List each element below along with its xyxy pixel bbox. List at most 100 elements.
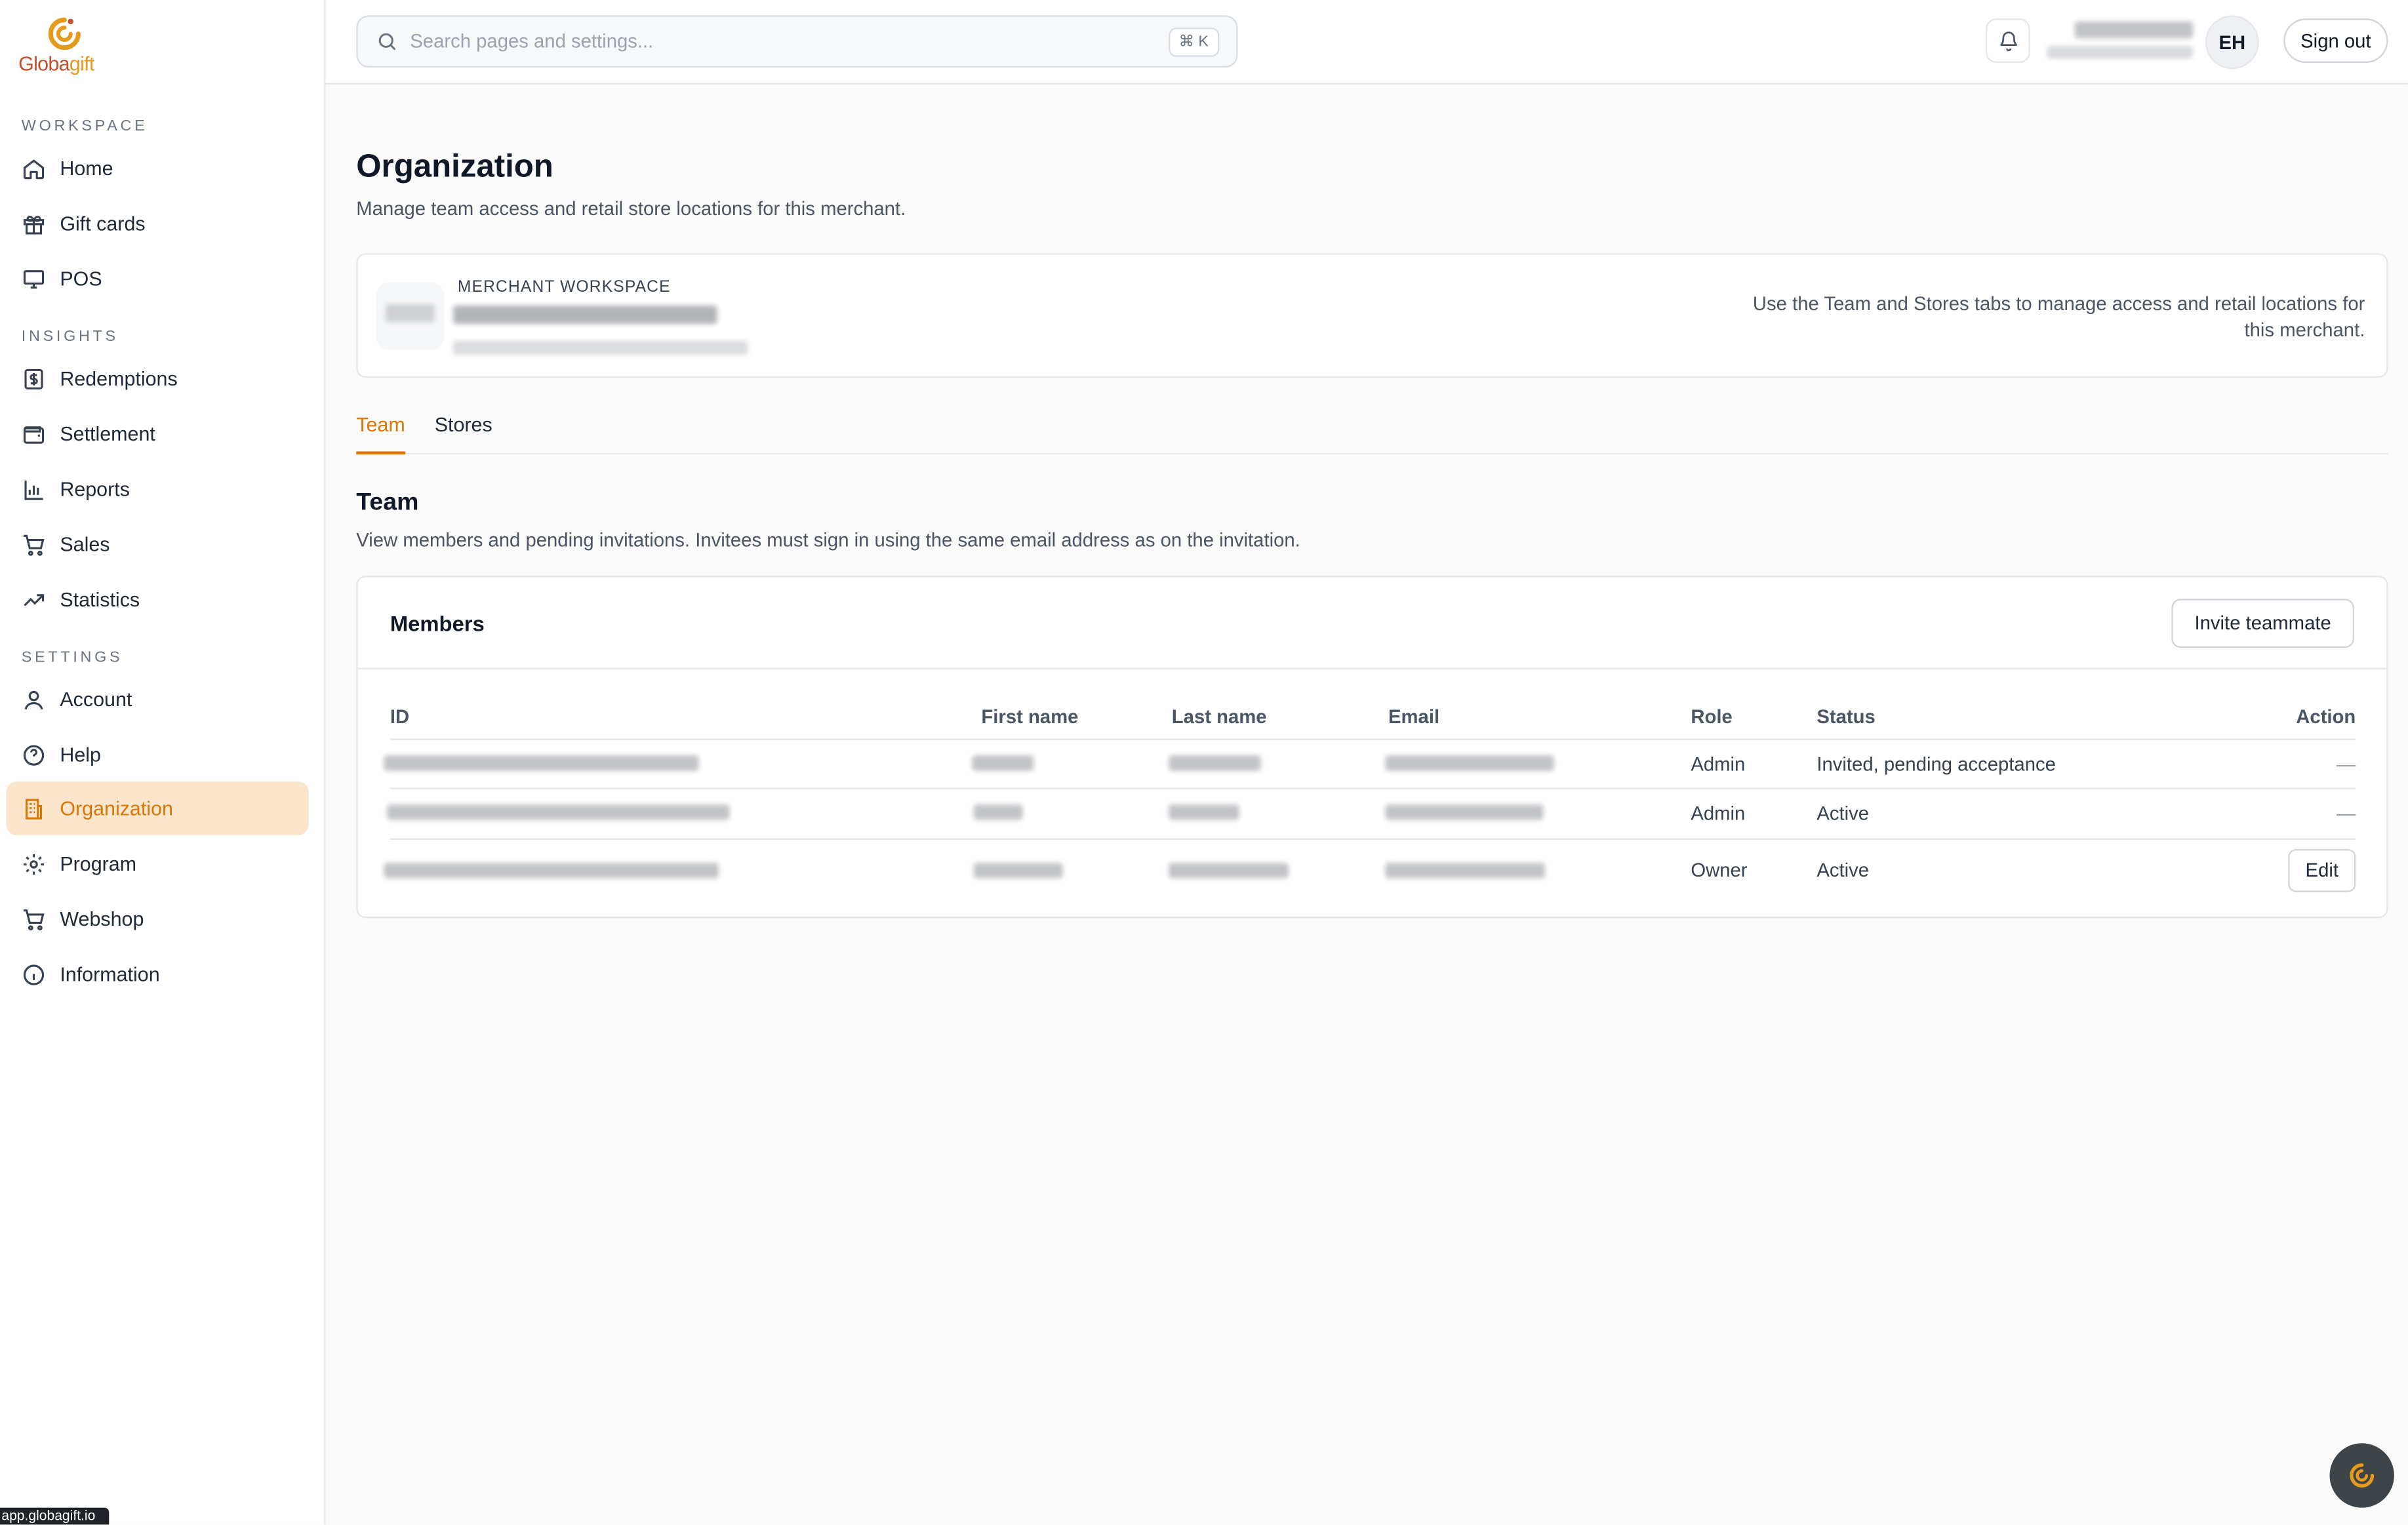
sidebar-item-program[interactable]: Program <box>6 837 308 890</box>
sidebar: Globagift WORKSPACE Home Gift cards POS … <box>0 0 326 1525</box>
section-insights: INSIGHTS <box>21 328 119 346</box>
member-email-redacted <box>1385 755 1554 771</box>
member-id-redacted <box>384 755 699 771</box>
gift-icon <box>22 211 46 235</box>
column-header-status[interactable]: Status <box>1816 706 1875 728</box>
column-header-last-name[interactable]: Last name <box>1172 706 1267 728</box>
column-header-id[interactable]: ID <box>390 706 409 728</box>
sidebar-item-label: Statistics <box>60 587 140 612</box>
notifications-button[interactable] <box>1985 18 2030 64</box>
sidebar-item-home[interactable]: Home <box>6 141 308 195</box>
sidebar-item-help[interactable]: Help <box>6 728 308 782</box>
search-shortcut-hint: ⌘ K <box>1168 28 1220 57</box>
wallet-icon <box>22 422 46 446</box>
member-email-redacted <box>1385 804 1544 820</box>
member-status: Active <box>1816 860 1870 882</box>
merchant-workspace-card: MERCHANT WORKSPACE Use the Team and Stor… <box>356 253 2388 378</box>
bar-chart-icon <box>22 477 46 501</box>
tab-bar: Team Stores <box>356 404 2388 455</box>
search-icon <box>378 33 396 50</box>
sidebar-item-label: Program <box>60 852 137 875</box>
sidebar-item-label: Settlement <box>60 422 155 446</box>
member-role: Owner <box>1691 860 1748 882</box>
invite-teammate-button[interactable]: Invite teammate <box>2171 599 2354 648</box>
info-icon <box>22 962 46 986</box>
section-settings: SETTINGS <box>21 649 123 667</box>
members-title: Members <box>390 611 485 636</box>
table-row: Admin Invited, pending acceptance — <box>384 740 2356 788</box>
sidebar-item-label: Redemptions <box>60 366 178 390</box>
member-email-redacted <box>1385 863 1545 879</box>
sidebar-item-label: Gift cards <box>60 212 146 235</box>
member-last-name-redacted <box>1169 804 1239 820</box>
sidebar-item-webshop[interactable]: Webshop <box>6 892 308 946</box>
user-icon <box>22 687 46 711</box>
sidebar-item-statistics[interactable]: Statistics <box>6 572 308 626</box>
sidebar-item-gift-cards[interactable]: Gift cards <box>6 197 308 250</box>
table-row: Owner Active Edit <box>384 840 2356 901</box>
tab-stores[interactable]: Stores <box>435 413 492 452</box>
gear-icon <box>22 852 46 876</box>
sidebar-item-label: Reports <box>60 477 130 501</box>
sidebar-item-account[interactable]: Account <box>6 673 308 726</box>
sidebar-item-label: Home <box>60 156 113 180</box>
search-box[interactable]: ⌘ K <box>356 15 1238 68</box>
member-id-redacted <box>384 863 719 879</box>
member-status: Active <box>1816 802 1870 825</box>
table-row: Admin Active — <box>387 789 2356 839</box>
trend-icon <box>22 587 46 612</box>
logo-wordmark: Globagift <box>18 52 94 75</box>
sidebar-item-label: Help <box>60 743 101 766</box>
user-email-redacted <box>2047 46 2194 58</box>
sidebar-item-information[interactable]: Information <box>6 947 308 1001</box>
merchant-logo <box>376 282 444 350</box>
member-role: Admin <box>1691 753 1746 776</box>
cart-icon <box>22 532 46 556</box>
sidebar-item-label: Webshop <box>60 907 144 931</box>
merchant-name-redacted <box>452 306 717 325</box>
member-action-none: — <box>2337 753 2356 776</box>
column-header-first-name[interactable]: First name <box>981 706 1078 728</box>
assistant-launcher-button[interactable] <box>2329 1443 2394 1508</box>
search-input[interactable] <box>410 30 1237 52</box>
members-header: Members Invite teammate <box>357 578 2387 670</box>
merchant-note: Use the Team and Stores tabs to manage a… <box>1752 293 2365 341</box>
cart-icon <box>22 907 46 931</box>
sidebar-item-organization[interactable]: Organization <box>6 781 309 835</box>
globagift-mark-icon <box>2350 1463 2375 1488</box>
edit-member-button[interactable]: Edit <box>2288 849 2356 892</box>
sidebar-item-settlement[interactable]: Settlement <box>6 407 308 461</box>
monitor-icon <box>22 266 46 290</box>
tab-team[interactable]: Team <box>356 413 405 455</box>
merchant-address-redacted <box>452 340 748 355</box>
building-icon <box>22 796 46 820</box>
column-header-action: Action <box>2296 706 2356 728</box>
column-header-email[interactable]: Email <box>1388 706 1439 728</box>
user-name-redacted <box>2074 21 2194 39</box>
members-card: Members Invite teammate ID First name La… <box>356 576 2388 919</box>
globagift-logo[interactable]: Globagift <box>18 15 126 77</box>
avatar[interactable]: EH <box>2205 15 2259 69</box>
sidebar-item-reports[interactable]: Reports <box>6 462 308 516</box>
member-first-name-redacted <box>973 863 1063 879</box>
member-id-redacted <box>387 804 730 820</box>
sidebar-item-label: Sales <box>60 532 110 556</box>
section-subtitle: View members and pending invitations. In… <box>356 529 1300 551</box>
dollar-receipt-icon <box>22 366 46 391</box>
member-first-name-redacted <box>973 804 1023 820</box>
page-subtitle: Manage team access and retail store loca… <box>356 198 906 220</box>
topbar: ⌘ K EH Sign out <box>325 0 2408 85</box>
merchant-workspace-label: MERCHANT WORKSPACE <box>457 277 671 296</box>
sidebar-item-label: POS <box>60 267 102 290</box>
column-header-role[interactable]: Role <box>1691 706 1732 728</box>
sidebar-item-sales[interactable]: Sales <box>6 517 308 571</box>
status-bar-url: app.globagift.io <box>0 1507 110 1525</box>
page-title: Organization <box>356 149 553 185</box>
member-last-name-redacted <box>1169 863 1289 879</box>
sidebar-item-pos[interactable]: POS <box>6 252 308 306</box>
member-last-name-redacted <box>1169 755 1261 771</box>
sign-out-button[interactable]: Sign out <box>2283 18 2388 64</box>
sidebar-item-redemptions[interactable]: Redemptions <box>6 351 308 405</box>
member-first-name-redacted <box>972 755 1034 771</box>
sidebar-item-label: Organization <box>60 797 173 820</box>
